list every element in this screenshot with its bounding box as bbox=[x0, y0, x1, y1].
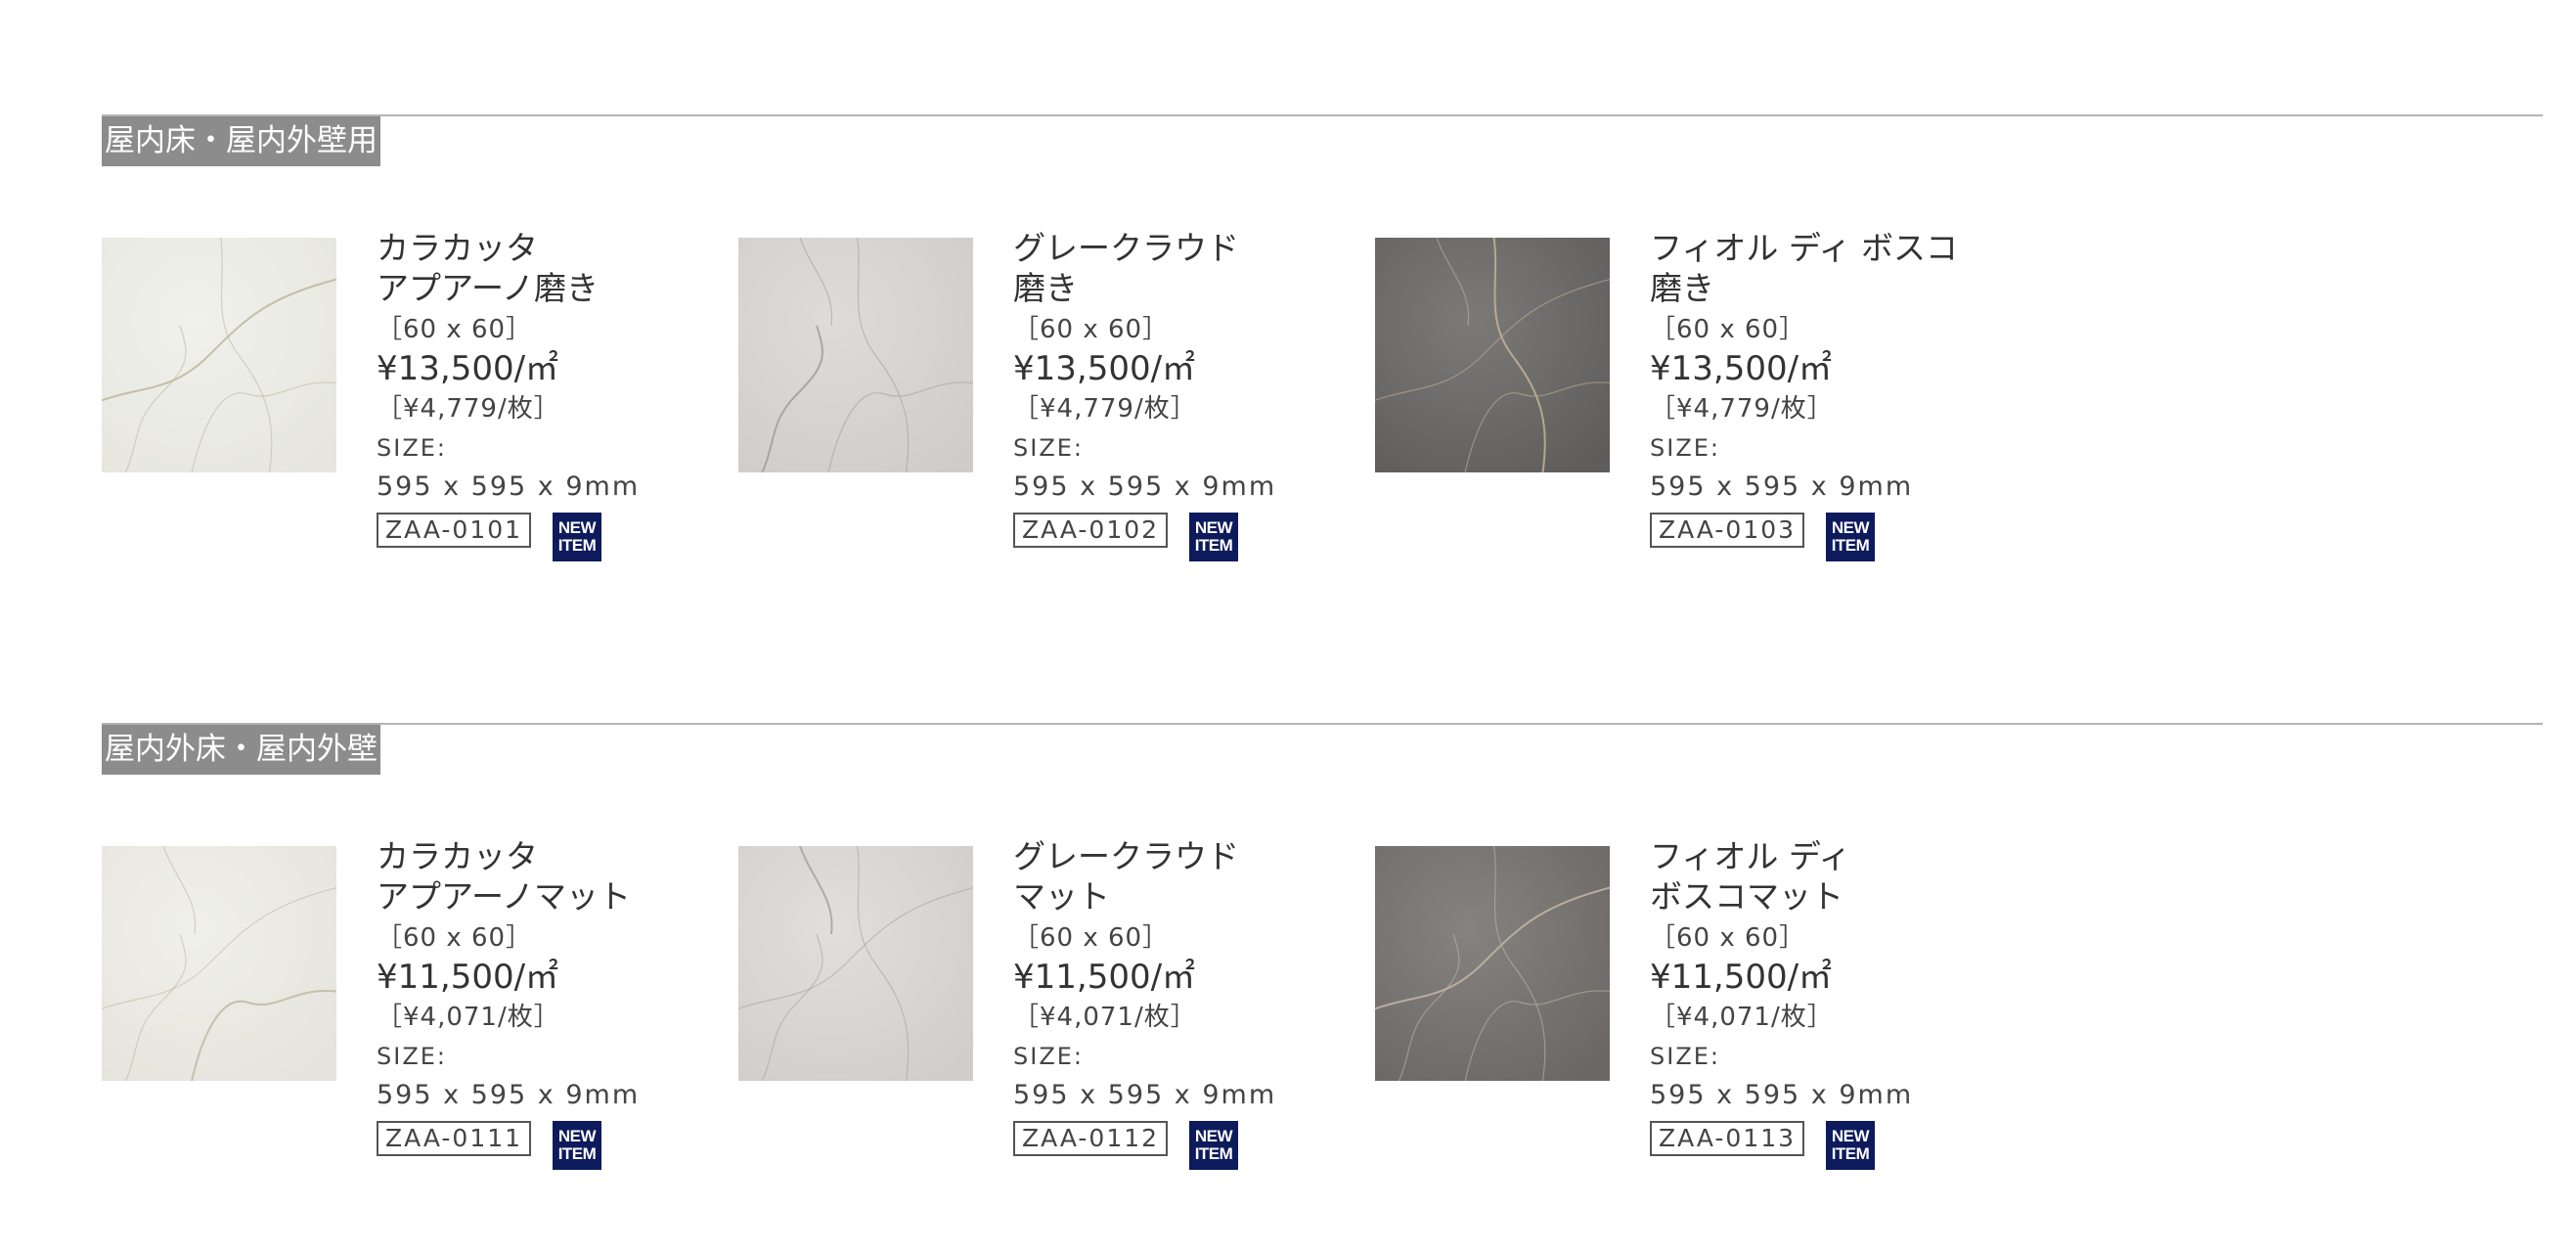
size-label: SIZE: bbox=[1650, 434, 1721, 462]
product-price-per-piece: ［¥4,071/枚］ bbox=[377, 1003, 560, 1032]
product-name-line1: フィオル ディ bbox=[1650, 837, 1851, 875]
size-value: 595 x 595 x 9mm bbox=[1650, 1080, 1914, 1110]
size-label: SIZE: bbox=[377, 434, 448, 462]
size-value: 595 x 595 x 9mm bbox=[377, 1080, 641, 1110]
badge-text-new: NEW bbox=[557, 518, 597, 537]
product-price: ¥13,500/㎡ bbox=[377, 349, 559, 388]
size-label: SIZE: bbox=[377, 1043, 448, 1070]
badge-text-item: ITEM bbox=[1194, 536, 1233, 555]
product-code: ZAA-0111 bbox=[377, 1121, 531, 1156]
product-code: ZAA-0103 bbox=[1650, 513, 1804, 548]
tile-swatch-image bbox=[738, 238, 973, 472]
new-item-badge: NEW ITEM bbox=[1826, 1121, 1875, 1170]
product-name-line2: アプアーノマット bbox=[377, 877, 632, 916]
product-card[interactable]: グレークラウド 磨き ［60 x 60］ ¥13,500/㎡ ［¥4,779/枚… bbox=[738, 229, 1364, 570]
product-name-line1: カラカッタ bbox=[377, 837, 538, 875]
code-row: ZAA-0103 NEW ITEM bbox=[1650, 513, 2002, 563]
tile-swatch-image bbox=[1375, 846, 1610, 1081]
new-item-badge: NEW ITEM bbox=[1826, 513, 1875, 561]
tile-swatch-image bbox=[1375, 238, 1610, 472]
code-row: ZAA-0102 NEW ITEM bbox=[1013, 513, 1365, 563]
product-price: ¥11,500/㎡ bbox=[1650, 958, 1833, 997]
product-card[interactable]: カラカッタ アプアーノマット ［60 x 60］ ¥11,500/㎡ ［¥4,0… bbox=[102, 837, 728, 1179]
product-card[interactable]: フィオル ディ ボスコ 磨き ［60 x 60］ ¥13,500/㎡ ［¥4,7… bbox=[1375, 229, 2001, 570]
product-price: ¥11,500/㎡ bbox=[377, 958, 559, 997]
product-name-line2: マット bbox=[1013, 877, 1110, 916]
product-info: フィオル ディ ボスコ 磨き ［60 x 60］ ¥13,500/㎡ ［¥4,7… bbox=[1650, 228, 2002, 563]
product-name-line2: アプアーノ磨き bbox=[377, 269, 600, 307]
badge-text-item: ITEM bbox=[557, 1144, 597, 1163]
code-row: ZAA-0101 NEW ITEM bbox=[377, 513, 729, 563]
section-divider bbox=[102, 114, 2543, 116]
product-dimensions: ［60 x 60］ bbox=[377, 315, 533, 344]
new-item-badge: NEW ITEM bbox=[553, 1121, 601, 1170]
product-dimensions: ［60 x 60］ bbox=[377, 923, 533, 953]
product-price-per-piece: ［¥4,071/枚］ bbox=[1013, 1003, 1197, 1032]
badge-text-item: ITEM bbox=[1831, 1144, 1870, 1163]
size-value: 595 x 595 x 9mm bbox=[1013, 471, 1277, 502]
product-code: ZAA-0102 bbox=[1013, 513, 1168, 548]
product-dimensions: ［60 x 60］ bbox=[1013, 923, 1170, 953]
tile-swatch-image bbox=[102, 238, 336, 472]
product-price: ¥11,500/㎡ bbox=[1013, 958, 1196, 997]
badge-text-new: NEW bbox=[1194, 1127, 1233, 1145]
product-name-line2: ボスコマット bbox=[1650, 877, 1843, 916]
new-item-badge: NEW ITEM bbox=[1189, 513, 1238, 561]
product-info: フィオル ディ ボスコマット ［60 x 60］ ¥11,500/㎡ ［¥4,0… bbox=[1650, 836, 2002, 1172]
product-info: カラカッタ アプアーノ磨き ［60 x 60］ ¥13,500/㎡ ［¥4,77… bbox=[377, 228, 729, 563]
product-dimensions: ［60 x 60］ bbox=[1650, 315, 1806, 344]
code-row: ZAA-0112 NEW ITEM bbox=[1013, 1121, 1365, 1172]
section-label: 屋内床・屋内外壁用 bbox=[102, 116, 380, 166]
code-row: ZAA-0113 NEW ITEM bbox=[1650, 1121, 2002, 1172]
badge-text-new: NEW bbox=[557, 1127, 597, 1145]
product-card[interactable]: フィオル ディ ボスコマット ［60 x 60］ ¥11,500/㎡ ［¥4,0… bbox=[1375, 837, 2001, 1179]
badge-text-new: NEW bbox=[1194, 518, 1233, 537]
product-price-per-piece: ［¥4,779/枚］ bbox=[377, 394, 560, 424]
product-code: ZAA-0113 bbox=[1650, 1121, 1804, 1156]
product-info: カラカッタ アプアーノマット ［60 x 60］ ¥11,500/㎡ ［¥4,0… bbox=[377, 836, 729, 1172]
product-price-per-piece: ［¥4,071/枚］ bbox=[1650, 1003, 1834, 1032]
product-name-line2: 磨き bbox=[1650, 269, 1714, 307]
tile-swatch-image bbox=[738, 846, 973, 1081]
product-card[interactable]: カラカッタ アプアーノ磨き ［60 x 60］ ¥13,500/㎡ ［¥4,77… bbox=[102, 229, 728, 570]
tile-swatch-image bbox=[102, 846, 336, 1081]
section-divider bbox=[102, 723, 2543, 725]
size-label: SIZE: bbox=[1013, 434, 1085, 462]
product-code: ZAA-0112 bbox=[1013, 1121, 1168, 1156]
product-name-line1: グレークラウド bbox=[1013, 229, 1239, 267]
product-name-line1: カラカッタ bbox=[377, 229, 538, 267]
size-value: 595 x 595 x 9mm bbox=[377, 471, 641, 502]
badge-text-new: NEW bbox=[1831, 1127, 1870, 1145]
section-label: 屋内外床・屋内外壁 bbox=[102, 725, 380, 775]
product-name-line2: 磨き bbox=[1013, 269, 1078, 307]
product-price: ¥13,500/㎡ bbox=[1013, 349, 1196, 388]
size-value: 595 x 595 x 9mm bbox=[1013, 1080, 1277, 1110]
new-item-badge: NEW ITEM bbox=[1189, 1121, 1238, 1170]
product-info: グレークラウド マット ［60 x 60］ ¥11,500/㎡ ［¥4,071/… bbox=[1013, 836, 1365, 1172]
size-value: 595 x 595 x 9mm bbox=[1650, 471, 1914, 502]
product-price-per-piece: ［¥4,779/枚］ bbox=[1013, 394, 1197, 424]
product-dimensions: ［60 x 60］ bbox=[1013, 315, 1170, 344]
badge-text-item: ITEM bbox=[557, 536, 597, 555]
product-price-per-piece: ［¥4,779/枚］ bbox=[1650, 394, 1834, 424]
product-name-line1: フィオル ディ ボスコ bbox=[1650, 229, 1959, 267]
product-name-line1: グレークラウド bbox=[1013, 837, 1239, 875]
badge-text-new: NEW bbox=[1831, 518, 1870, 537]
size-label: SIZE: bbox=[1013, 1043, 1085, 1070]
swatch-base bbox=[1375, 238, 1610, 472]
badge-text-item: ITEM bbox=[1194, 1144, 1233, 1163]
size-label: SIZE: bbox=[1650, 1043, 1721, 1070]
new-item-badge: NEW ITEM bbox=[553, 513, 601, 561]
badge-text-item: ITEM bbox=[1831, 536, 1870, 555]
product-info: グレークラウド 磨き ［60 x 60］ ¥13,500/㎡ ［¥4,779/枚… bbox=[1013, 228, 1365, 563]
code-row: ZAA-0111 NEW ITEM bbox=[377, 1121, 729, 1172]
product-code: ZAA-0101 bbox=[377, 513, 531, 548]
product-price: ¥13,500/㎡ bbox=[1650, 349, 1833, 388]
product-dimensions: ［60 x 60］ bbox=[1650, 923, 1806, 953]
product-card[interactable]: グレークラウド マット ［60 x 60］ ¥11,500/㎡ ［¥4,071/… bbox=[738, 837, 1364, 1179]
